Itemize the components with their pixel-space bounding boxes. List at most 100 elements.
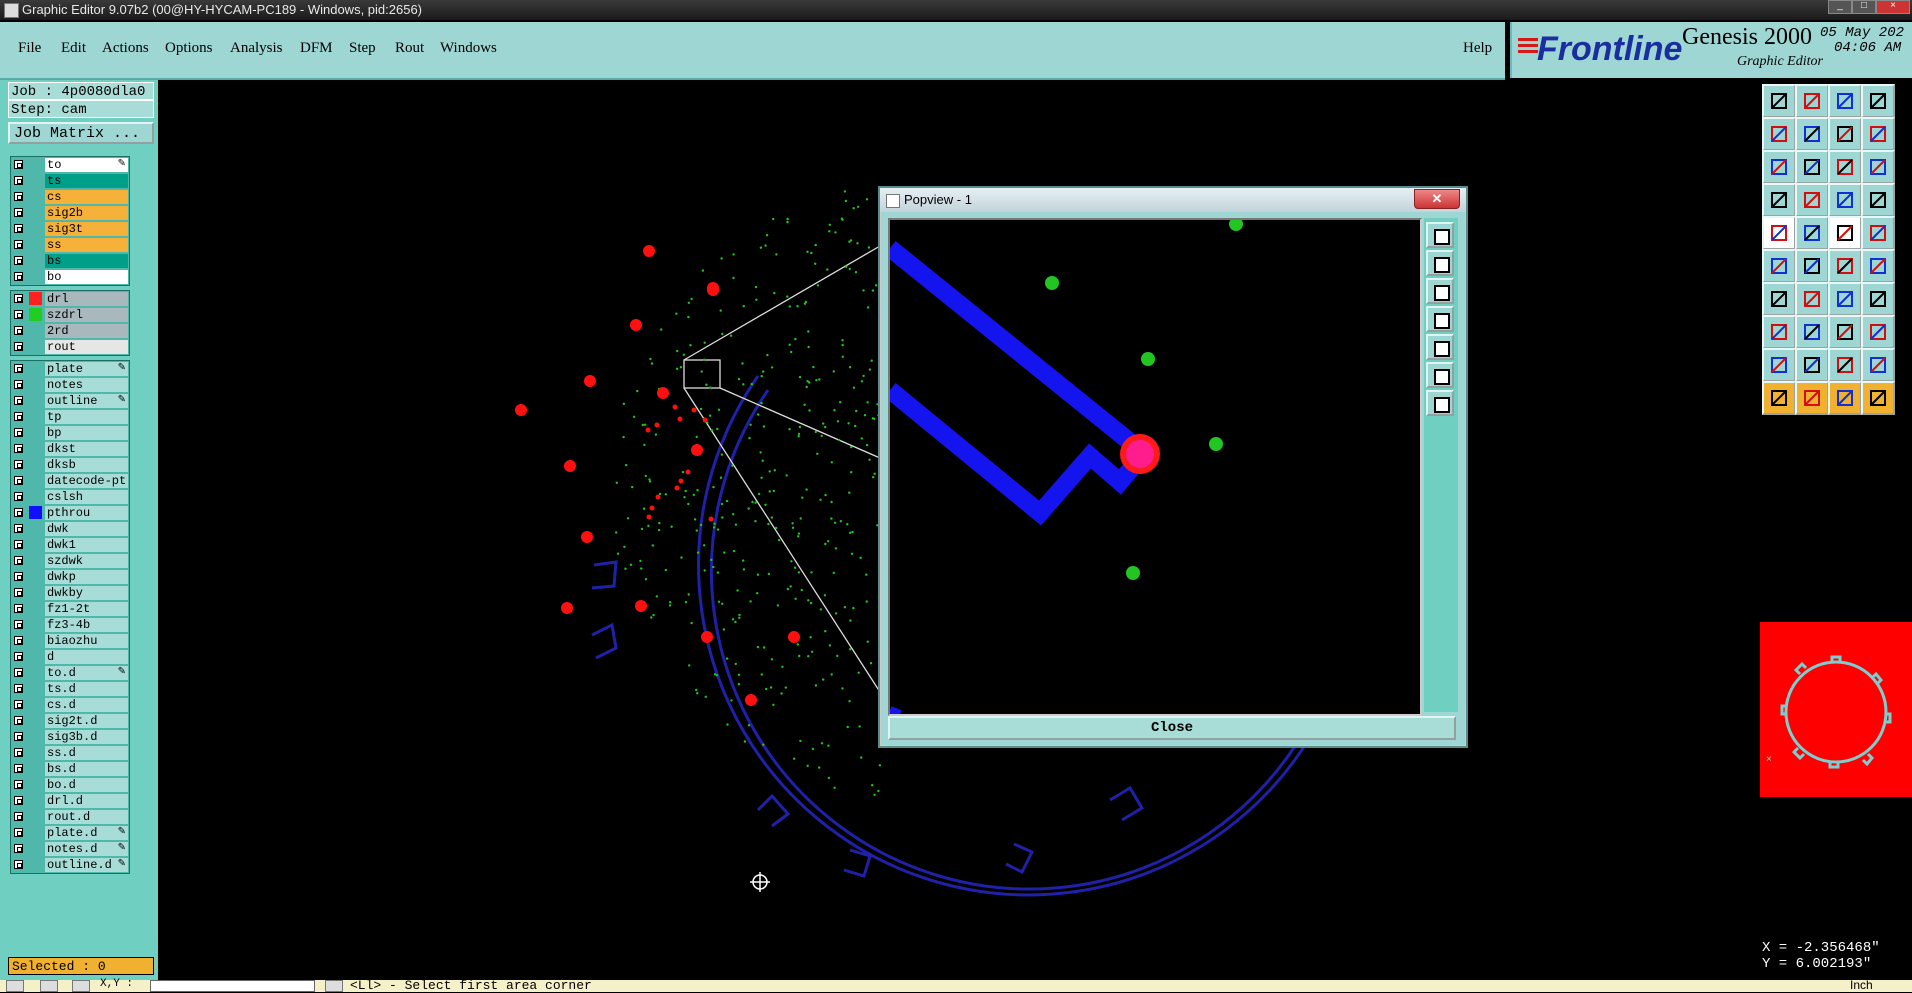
layer-row-bp[interactable]: bp (11, 425, 129, 441)
layer-label[interactable]: rout (45, 340, 128, 354)
layer-row-dwk[interactable]: dwk (11, 521, 129, 537)
layer-row-outline[interactable]: outline ✎ (11, 393, 129, 409)
layer-checkbox[interactable] (14, 556, 23, 565)
layer-row-rout.d[interactable]: rout.d (11, 809, 129, 825)
layer-checkbox[interactable] (14, 224, 23, 233)
layer-label[interactable]: to ✎ (45, 158, 128, 172)
menu-file[interactable]: File (18, 40, 41, 57)
layer-row-rout[interactable]: rout (11, 339, 129, 355)
tool-button-r2-c1-icon[interactable] (1762, 117, 1796, 151)
tool-button-r7-c3-icon[interactable] (1828, 282, 1862, 316)
layer-label[interactable]: cslsh (45, 490, 128, 504)
layer-checkbox[interactable] (14, 256, 23, 265)
minimize-button[interactable]: _ (1828, 0, 1852, 14)
layer-row-datecode-pt[interactable]: datecode-pt (11, 473, 129, 489)
tool-button-r2-c2-icon[interactable] (1795, 117, 1829, 151)
layer-row-ss[interactable]: ss (11, 237, 129, 253)
layer-row-outline.d[interactable]: outline.d ✎ (11, 857, 129, 873)
layer-checkbox[interactable] (14, 342, 23, 351)
popview-tool-zoom-window-icon[interactable] (1426, 222, 1454, 248)
layer-row-pthrou[interactable]: pthrou (11, 505, 129, 521)
layer-checkbox[interactable] (14, 844, 23, 853)
tool-button-r10-c2-icon[interactable] (1795, 381, 1829, 415)
tool-button-r9-c1-icon[interactable] (1762, 348, 1796, 382)
layer-label[interactable]: pthrou (45, 506, 128, 520)
layer-row-sig2t.d[interactable]: sig2t.d (11, 713, 129, 729)
layer-checkbox[interactable] (14, 380, 23, 389)
layer-row-szdwk[interactable]: szdwk (11, 553, 129, 569)
layer-row-fz3-4b[interactable]: fz3-4b (11, 617, 129, 633)
layer-checkbox[interactable] (14, 310, 23, 319)
layer-label[interactable]: 2rd (45, 324, 128, 338)
layer-row-cslsh[interactable]: cslsh (11, 489, 129, 505)
tool-button-r4-c2-icon[interactable] (1795, 183, 1829, 217)
layer-checkbox[interactable] (14, 524, 23, 533)
layer-label[interactable]: cs (45, 190, 128, 204)
tool-button-r5-c1-icon[interactable] (1762, 216, 1796, 250)
layer-checkbox[interactable] (14, 294, 23, 303)
layer-label[interactable]: ss (45, 238, 128, 252)
tool-button-r2-c3-icon[interactable] (1828, 117, 1862, 151)
layer-label[interactable]: rout.d (45, 810, 128, 824)
layer-label[interactable]: szdrl (45, 308, 128, 322)
unit-button[interactable]: Inch (1850, 978, 1873, 992)
layer-label[interactable]: tp (45, 410, 128, 424)
layer-row-dwk1[interactable]: dwk1 (11, 537, 129, 553)
layer-row-plate[interactable]: plate ✎ (11, 361, 129, 377)
layer-label[interactable]: sig2t.d (45, 714, 128, 728)
layer-row-to.d[interactable]: to.d ✎ (11, 665, 129, 681)
tool-button-r9-c4-icon[interactable] (1861, 348, 1895, 382)
layer-label[interactable]: sig2b (45, 206, 128, 220)
popview-close-icon[interactable]: ✕ (1414, 189, 1460, 209)
layer-checkbox[interactable] (14, 492, 23, 501)
tool-button-r7-c1-icon[interactable] (1762, 282, 1796, 316)
layer-label[interactable]: bo (45, 270, 128, 284)
layer-row-d[interactable]: d (11, 649, 129, 665)
layer-checkbox[interactable] (14, 684, 23, 693)
layer-label[interactable]: cs.d (45, 698, 128, 712)
layer-row-dwkby[interactable]: dwkby (11, 585, 129, 601)
layer-row-2rd[interactable]: 2rd (11, 323, 129, 339)
layer-label[interactable]: szdwk (45, 554, 128, 568)
layer-row-dksb[interactable]: dksb (11, 457, 129, 473)
layer-checkbox[interactable] (14, 240, 23, 249)
menu-options[interactable]: Options (165, 40, 213, 57)
layer-checkbox[interactable] (14, 748, 23, 757)
layer-row-notes.d[interactable]: notes.d ✎ (11, 841, 129, 857)
layer-label[interactable]: d (45, 650, 128, 664)
layer-row-plate.d[interactable]: plate.d ✎ (11, 825, 129, 841)
layer-checkbox[interactable] (14, 176, 23, 185)
layer-label[interactable]: outline.d ✎ (45, 858, 128, 872)
tool-button-r7-c4-icon[interactable] (1861, 282, 1895, 316)
layer-checkbox[interactable] (14, 780, 23, 789)
layer-label[interactable]: drl.d (45, 794, 128, 808)
layer-label[interactable]: dwk (45, 522, 128, 536)
layer-label[interactable]: plate.d ✎ (45, 826, 128, 840)
layer-checkbox[interactable] (14, 272, 23, 281)
layer-checkbox[interactable] (14, 572, 23, 581)
layer-checkbox[interactable] (14, 796, 23, 805)
tool-button-r1-c3-icon[interactable] (1828, 84, 1862, 118)
layer-label[interactable]: dwk1 (45, 538, 128, 552)
menu-rout[interactable]: Rout (395, 40, 424, 57)
tool-button-r8-c3-icon[interactable] (1828, 315, 1862, 349)
popview-tool-pan-up-icon[interactable] (1426, 250, 1454, 276)
tool-button-r7-c2-icon[interactable] (1795, 282, 1829, 316)
layer-row-notes[interactable]: notes (11, 377, 129, 393)
layer-row-szdrl[interactable]: szdrl (11, 307, 129, 323)
layer-row-sig3t[interactable]: sig3t (11, 221, 129, 237)
menu-step[interactable]: Step (349, 40, 376, 57)
status-button-1[interactable] (6, 980, 24, 992)
layer-label[interactable]: ss.d (45, 746, 128, 760)
layer-row-sig3b.d[interactable]: sig3b.d (11, 729, 129, 745)
tool-button-r5-c4-icon[interactable] (1861, 216, 1895, 250)
layer-row-bo[interactable]: bo (11, 269, 129, 285)
tool-button-r3-c4-icon[interactable] (1861, 150, 1895, 184)
job-matrix-button[interactable]: Job Matrix ... (8, 122, 154, 144)
tool-button-r6-c1-icon[interactable] (1762, 249, 1796, 283)
tool-button-r9-c2-icon[interactable] (1795, 348, 1829, 382)
tool-button-r6-c2-icon[interactable] (1795, 249, 1829, 283)
popview-tool-zoom-home-icon[interactable] (1426, 390, 1454, 416)
layer-label[interactable]: bs.d (45, 762, 128, 776)
layer-label[interactable]: ts (45, 174, 128, 188)
